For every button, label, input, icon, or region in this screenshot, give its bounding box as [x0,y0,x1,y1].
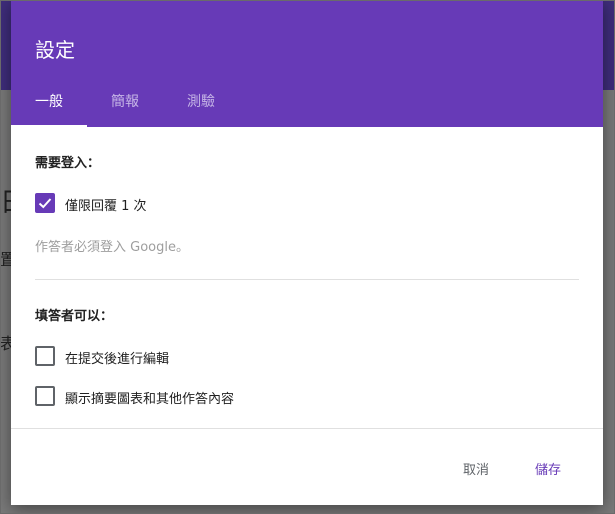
edit-after-submit-label[interactable]: 在提交後進行編輯 [65,348,169,367]
tab-presentation-label: 簡報 [111,94,139,110]
login-hint: 作答者必須登入 Google。 [35,240,189,255]
save-button[interactable]: 儲存 [523,456,573,486]
footer-divider [11,428,603,429]
tab-general[interactable]: 一般 [11,88,87,127]
see-summary-checkbox[interactable] [35,386,55,406]
section-divider [35,279,579,280]
cancel-button[interactable]: 取消 [451,456,501,486]
tab-quiz[interactable]: 測驗 [163,88,239,127]
tab-quiz-label: 測驗 [187,94,215,110]
tab-general-label: 一般 [35,94,63,110]
dialog-header: 設定 一般 簡報 測驗 [11,0,603,127]
limit-one-response-checkbox[interactable] [35,193,55,213]
tab-bar: 一般 簡報 測驗 [11,88,603,127]
login-section-heading: 需要登入： [35,156,101,171]
dialog-title: 設定 [35,38,75,62]
respondents-section-heading: 填答者可以： [35,309,114,324]
tab-presentation[interactable]: 簡報 [87,88,163,127]
limit-one-response-label[interactable]: 僅限回覆 1 次 [65,195,147,214]
see-summary-label[interactable]: 顯示摘要圖表和其他作答內容 [65,388,234,407]
check-icon [38,198,52,209]
active-tab-indicator [11,125,87,127]
edit-after-submit-checkbox[interactable] [35,346,55,366]
settings-dialog: 設定 一般 簡報 測驗 需要登入： 僅限回覆 1 次 作答者必須登入 Googl… [11,0,603,505]
